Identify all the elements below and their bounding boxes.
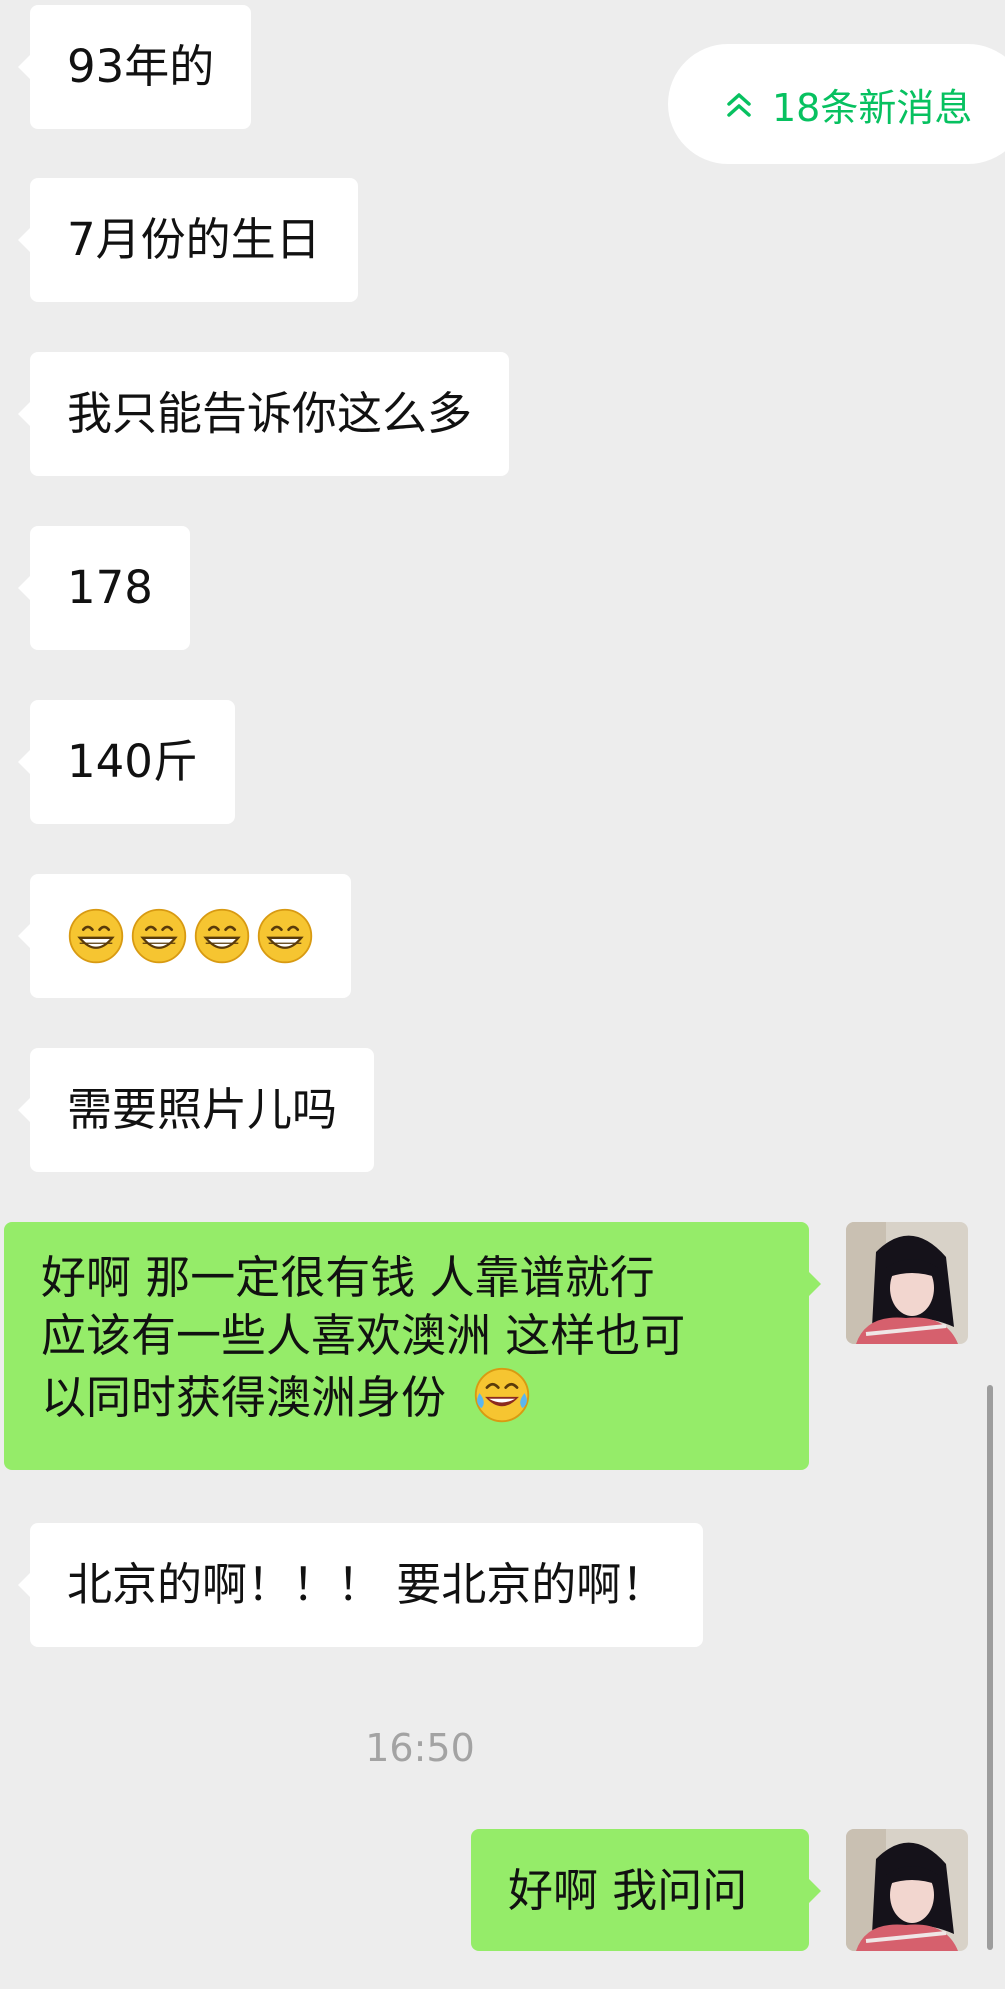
emoji-row (67, 907, 314, 965)
scrollbar[interactable] (987, 1385, 993, 1950)
message-text-line-with-emoji: 以同时获得澳洲身份 (41, 1365, 772, 1427)
message-text: 7月份的生日 (67, 213, 321, 266)
message-bubble-outgoing[interactable]: 好啊 我问问 (471, 1829, 821, 1951)
message-text-line: 好啊 那一定很有钱 人靠谱就行 (41, 1251, 655, 1304)
message-bubble-incoming[interactable] (18, 874, 351, 998)
message-text-line: 以同时获得澳洲身份 (41, 1371, 447, 1424)
avatar[interactable] (846, 1829, 968, 1951)
avatar-photo (846, 1829, 968, 1951)
message-bubble-incoming[interactable]: 140斤 (18, 700, 235, 824)
grinning-face-icon (257, 908, 313, 964)
message-text: 140斤 (67, 735, 198, 788)
grinning-face-icon (131, 908, 187, 964)
message-text-line: 应该有一些人喜欢澳洲 这样也可 (41, 1309, 686, 1362)
message-text: 北京的啊！！！ 要北京的啊！ (67, 1558, 667, 1611)
message-bubble-outgoing[interactable]: 好啊 那一定很有钱 人靠谱就行 应该有一些人喜欢澳洲 这样也可 以同时获得澳洲身… (4, 1222, 821, 1470)
message-bubble-incoming[interactable]: 需要照片儿吗 (17, 1048, 375, 1172)
message-bubble-incoming[interactable]: 7月份的生日 (18, 178, 358, 302)
message-bubble-incoming[interactable]: 178 (18, 526, 190, 650)
grinning-face-icon (68, 908, 124, 964)
message-text: 93年的 (67, 40, 215, 93)
double-chevron-up-icon (727, 93, 751, 117)
message-text: 需要照片儿吗 (67, 1083, 338, 1136)
avatar-photo (846, 1222, 968, 1344)
message-bubble-incoming[interactable]: 北京的啊！！！ 要北京的啊！ (17, 1523, 704, 1647)
message-bubble-incoming[interactable]: 我只能告诉你这么多 (17, 352, 510, 476)
message-text: 178 (67, 561, 153, 614)
new-messages-label: 18条新消息 (772, 85, 973, 130)
message-text: 好啊 我问问 (508, 1864, 748, 1917)
message-bubble-incoming[interactable]: 93年的 (17, 5, 252, 129)
tears-of-joy-icon (475, 1367, 530, 1423)
message-text: 我只能告诉你这么多 (67, 387, 473, 440)
new-messages-button[interactable]: 18条新消息 (668, 44, 1005, 164)
avatar[interactable] (846, 1222, 968, 1344)
grinning-face-icon (194, 908, 250, 964)
timestamp: 16:50 (365, 1726, 475, 1770)
chat-screen: 93年的 7月份的生日 我只能告诉你这么多 178 140斤 需要照片儿吗 好啊… (0, 0, 1005, 1989)
